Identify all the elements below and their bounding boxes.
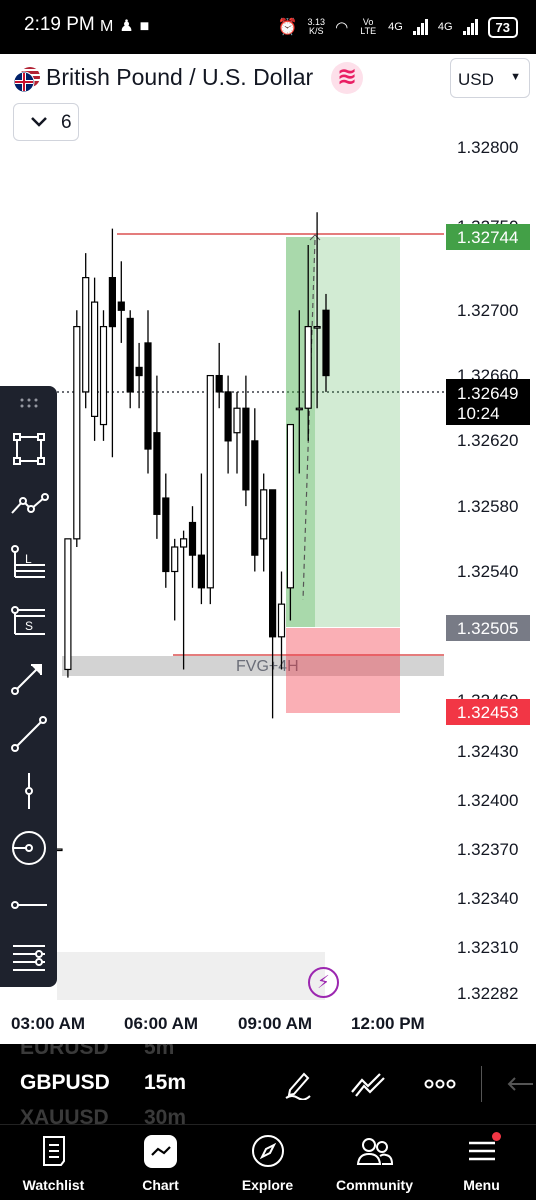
price-tick: 1.32620 <box>457 431 518 450</box>
compass-icon <box>214 1133 321 1169</box>
nav-label: Watchlist <box>22 1177 85 1193</box>
price-axis: 1.32800 1.32700 1.32660 1.32620 1.32580 … <box>457 138 518 1003</box>
candle-bearish <box>135 366 143 377</box>
price-tick: 1.32580 <box>457 497 518 516</box>
candle-bearish <box>224 391 232 442</box>
candle-bearish <box>242 407 250 491</box>
nav-community[interactable]: Community <box>321 1125 428 1200</box>
candle-bullish <box>313 325 321 329</box>
candle-bearish <box>117 301 125 311</box>
candle-bearish <box>197 554 205 589</box>
candle-bullish <box>64 538 72 671</box>
candle-bullish <box>99 325 108 426</box>
nav-label: Chart <box>142 1177 179 1193</box>
arrow-icon[interactable] <box>7 655 51 699</box>
price-tick: 1.32430 <box>457 742 518 761</box>
next-symbol[interactable]: XAUUSD <box>20 1106 109 1124</box>
candle-bearish <box>322 309 330 377</box>
long-position-icon[interactable]: L <box>7 541 51 585</box>
drawing-toolbar: L S <box>0 386 57 987</box>
candle-bullish <box>180 538 188 548</box>
price-tick: 1.32310 <box>457 938 518 957</box>
candle-bullish <box>233 407 241 434</box>
stop-loss-price: 1.32453 <box>457 703 518 722</box>
toolbar-divider <box>481 1066 482 1102</box>
candle-bullish <box>286 423 294 589</box>
short-position-icon[interactable]: S <box>7 598 51 642</box>
trend-line-icon[interactable] <box>7 712 51 756</box>
next-interval[interactable]: 30m <box>144 1106 186 1124</box>
notification-dot <box>492 1132 501 1141</box>
candle-bullish <box>73 325 81 540</box>
lightning-icon[interactable]: ⚡ <box>308 967 339 998</box>
nav-label: Menu <box>463 1177 500 1193</box>
candle-bullish <box>295 407 303 411</box>
drag-handle-icon[interactable] <box>7 386 51 420</box>
chart-bottom-strip <box>57 952 325 1000</box>
candle-bearish <box>162 497 170 573</box>
candle-bullish <box>260 489 268 540</box>
loss-zone[interactable] <box>286 628 400 713</box>
candle-bearish <box>188 521 197 556</box>
bar-countdown: 10:24 <box>457 404 500 423</box>
candle-bearish <box>126 317 134 393</box>
time-axis: 03:00 AM 06:00 AM 09:00 AM 12:00 PM <box>0 1000 536 1044</box>
more-options-icon[interactable] <box>420 1066 460 1102</box>
watchlist-icon <box>0 1133 107 1169</box>
candle-bearish <box>144 342 152 450</box>
indicators-icon[interactable] <box>348 1066 388 1102</box>
candle-bearish <box>153 432 161 515</box>
candle-bearish <box>108 277 117 328</box>
horizontal-ray-icon[interactable] <box>7 883 51 927</box>
symbol-name[interactable]: GBPUSD <box>20 1071 110 1095</box>
path-icon[interactable] <box>7 484 51 528</box>
candle-bullish <box>206 374 214 589</box>
vertical-line-icon[interactable] <box>7 769 51 813</box>
svg-text:L: L <box>25 552 32 566</box>
candle-bearish <box>269 489 277 638</box>
nav-menu[interactable]: Menu <box>428 1125 535 1200</box>
brush-icon[interactable] <box>7 826 51 870</box>
current-price: 1.32649 <box>457 384 518 403</box>
price-chart[interactable]: FVG+4H 1.32800 1.32700 1.32660 1.32620 1… <box>0 0 536 1044</box>
time-tick: 03:00 AM <box>11 1014 86 1033</box>
candle-bullish <box>171 546 179 573</box>
draw-pen-icon[interactable] <box>278 1066 318 1102</box>
candle-bullish <box>90 301 99 417</box>
price-tick: 1.32340 <box>457 889 518 908</box>
interval-value[interactable]: 15m <box>144 1071 186 1095</box>
more-tools-icon[interactable] <box>7 936 51 980</box>
prev-symbol[interactable]: EURUSD <box>20 1044 109 1060</box>
price-tick: 1.32800 <box>457 138 518 157</box>
price-tick: 1.32400 <box>457 791 518 810</box>
prev-interval[interactable]: 5m <box>144 1044 174 1060</box>
symbol-bar: EURUSD 5m GBPUSD 15m XAUUSD 30m <box>0 1044 536 1124</box>
menu-icon <box>428 1133 535 1169</box>
nav-explore[interactable]: Explore <box>214 1125 321 1200</box>
back-arrow-icon[interactable] <box>500 1066 536 1102</box>
entry-price: 1.32505 <box>457 619 518 638</box>
candle-bearish <box>215 374 223 393</box>
time-tick: 12:00 PM <box>351 1014 425 1033</box>
bottom-navigation: Watchlist Chart Explore Community Menu <box>0 1124 536 1200</box>
price-tick: 1.32700 <box>457 301 518 320</box>
price-tick: 1.32370 <box>457 840 518 859</box>
nav-chart[interactable]: Chart <box>107 1125 214 1200</box>
rectangle-icon[interactable] <box>7 427 51 471</box>
candle-bullish <box>304 325 312 409</box>
community-icon <box>321 1133 428 1169</box>
nav-label: Community <box>336 1177 413 1193</box>
candle-bullish <box>82 277 90 393</box>
candle-bullish <box>277 603 286 638</box>
candle-bearish <box>251 440 259 556</box>
time-tick: 09:00 AM <box>238 1014 313 1033</box>
time-tick: 06:00 AM <box>124 1014 199 1033</box>
chart-icon <box>107 1133 214 1169</box>
price-tick: 1.32540 <box>457 562 518 581</box>
svg-text:S: S <box>25 619 33 633</box>
nav-label: Explore <box>241 1177 294 1193</box>
nav-watchlist[interactable]: Watchlist <box>0 1125 107 1200</box>
take-profit-price: 1.32744 <box>457 228 518 247</box>
